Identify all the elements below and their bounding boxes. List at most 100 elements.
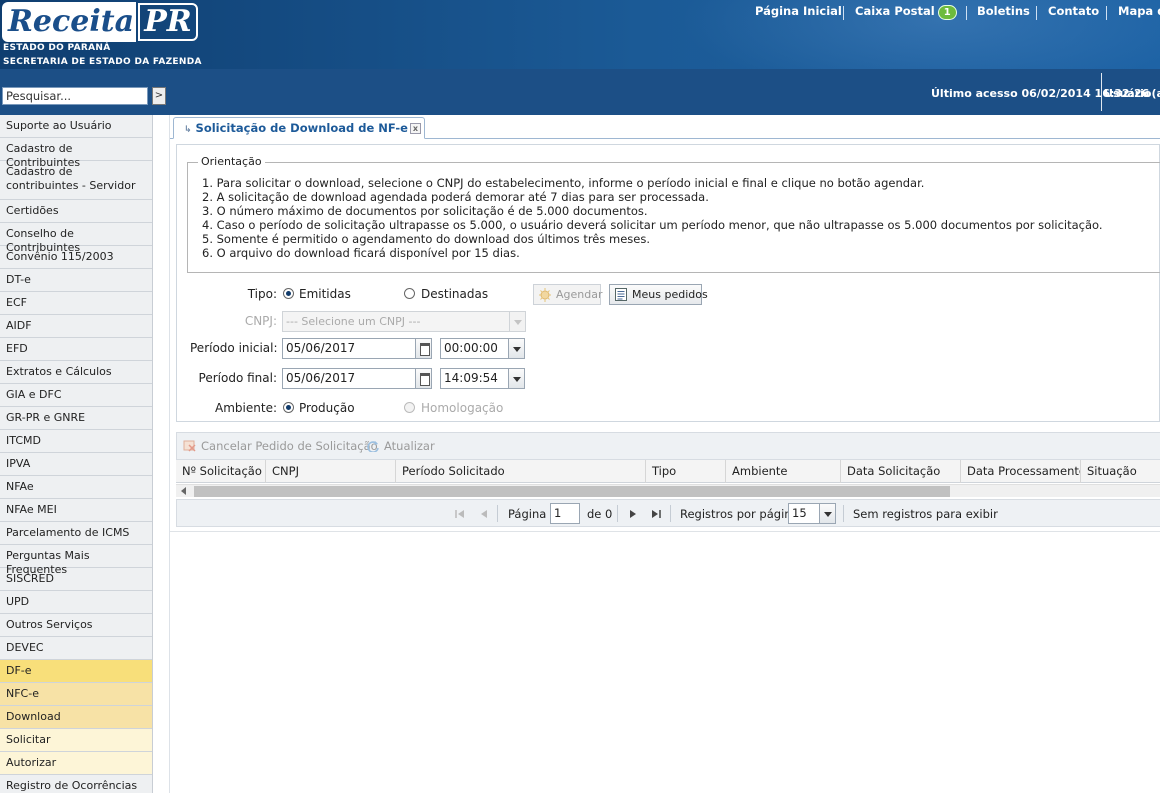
first-page-icon[interactable]	[455, 509, 465, 519]
sidebar-item-outros[interactable]: Outros Serviços	[0, 614, 152, 637]
tipo-destinadas-label: Destinadas	[421, 287, 489, 301]
per-page-label: Registros por página	[680, 507, 799, 521]
sidebar-item-autorizar[interactable]: Autorizar	[0, 752, 152, 775]
tipo-label: Tipo:	[247, 287, 277, 301]
sidebar-item-upd[interactable]: UPD	[0, 591, 152, 614]
chevron-down-icon[interactable]	[508, 368, 525, 389]
nav-home-link[interactable]: Página Inicial	[755, 4, 842, 18]
scrollbar-thumb[interactable]	[194, 486, 950, 497]
prev-page-icon[interactable]	[479, 509, 489, 519]
sidebar-item-dfe[interactable]: DF-e	[0, 660, 152, 683]
sidebar-item-cadastro-contribuintes[interactable]: Cadastro de Contribuintes	[0, 138, 152, 169]
calendar-icon[interactable]	[415, 338, 432, 359]
list-document-icon	[615, 288, 627, 301]
tipo-emitidas-radio[interactable]	[283, 288, 294, 299]
chevron-down-icon[interactable]	[819, 503, 836, 524]
column-header-data-processamento[interactable]: Data Processamento	[961, 460, 1081, 483]
tab-solicitacao-download[interactable]: ↳ Solicitação de Download de NF-e x	[173, 117, 425, 139]
sidebar-item-aidf[interactable]: AIDF	[0, 315, 152, 338]
tab-strip: ↳ Solicitação de Download de NF-e x	[170, 115, 1160, 139]
sidebar-item-certidoes[interactable]: Certidões	[0, 200, 152, 223]
next-page-icon[interactable]	[628, 509, 638, 519]
sidebar-item-efd[interactable]: EFD	[0, 338, 152, 361]
horizontal-scrollbar[interactable]	[176, 484, 1160, 497]
sidebar-item-ipva[interactable]: IPVA	[0, 453, 152, 476]
search-go-button[interactable]: >	[152, 87, 166, 105]
last-page-icon[interactable]	[651, 509, 661, 519]
tipo-destinadas-radio[interactable]	[404, 288, 415, 299]
column-header-tipo[interactable]: Tipo	[646, 460, 726, 483]
sidebar-item-extratos[interactable]: Extratos e Cálculos	[0, 361, 152, 384]
column-header-data-solicitacao[interactable]: Data Solicitação	[841, 460, 961, 483]
receita-pr-logo[interactable]: Receita PR	[2, 2, 198, 42]
cancelar-pedido-button[interactable]: Cancelar Pedido de Solicitação	[183, 439, 378, 453]
sidebar-item-parcelamento[interactable]: Parcelamento de ICMS	[0, 522, 152, 545]
search-input[interactable]: Pesquisar...	[2, 87, 148, 105]
nav-separator	[1106, 6, 1107, 20]
atualizar-button[interactable]: Atualizar	[366, 439, 435, 453]
column-header-situacao[interactable]: Situação	[1081, 460, 1160, 483]
close-icon[interactable]: x	[410, 123, 421, 134]
periodo-inicial-time-field[interactable]: 00:00:00	[440, 338, 525, 359]
nav-bulletins-link[interactable]: Boletins	[977, 4, 1030, 18]
nav-separator	[843, 6, 844, 20]
nav-sitemap-link[interactable]: Mapa do	[1118, 4, 1160, 18]
orientation-line: 5. Somente é permitido o agendamento do …	[202, 232, 651, 246]
page-number-value: 1	[554, 506, 562, 520]
orientation-line: 6. O arquivo do download ficará disponív…	[202, 246, 520, 260]
sidebar-item-devec[interactable]: DEVEC	[0, 637, 152, 660]
sidebar-item-nfce[interactable]: NFC-e	[0, 683, 152, 706]
column-header-ambiente[interactable]: Ambiente	[726, 460, 841, 483]
ambiente-producao-label: Produção	[299, 401, 355, 415]
column-header-numero[interactable]: Nº Solicitação	[176, 460, 266, 483]
ambiente-homologacao-radio[interactable]	[404, 402, 415, 413]
schedule-icon	[539, 288, 551, 302]
grid-pager: Página 1 de 0 Registros por página 15 Se…	[176, 499, 1160, 527]
column-header-cnpj[interactable]: CNPJ	[266, 460, 396, 483]
sidebar-item-itcmd[interactable]: ITCMD	[0, 430, 152, 453]
sidebar-item-nfae[interactable]: NFAe	[0, 476, 152, 499]
org-line-secretariat: SECRETARIA DE ESTADO DA FAZENDA	[3, 57, 202, 67]
page-number-input[interactable]: 1	[550, 503, 580, 524]
per-page-select[interactable]: 15	[788, 503, 836, 524]
periodo-inicial-label: Período inicial:	[190, 341, 278, 355]
sidebar-item-gr-pr[interactable]: GR-PR e GNRE	[0, 407, 152, 430]
ambiente-producao-radio[interactable]	[283, 402, 294, 413]
sidebar-item-dte[interactable]: DT-e	[0, 269, 152, 292]
periodo-inicial-date-field[interactable]: 05/06/2017	[282, 338, 432, 359]
periodo-final-date-field[interactable]: 05/06/2017	[282, 368, 432, 389]
sidebar-item-gia-dfc[interactable]: GIA e DFC	[0, 384, 152, 407]
sidebar-item-faq[interactable]: Perguntas Mais Frequentes	[0, 545, 152, 576]
sidebar-item-download[interactable]: Download	[0, 706, 152, 729]
nav-separator	[966, 6, 967, 20]
org-line-state: ESTADO DO PARANÁ	[3, 43, 111, 53]
meus-pedidos-button[interactable]: Meus pedidos	[609, 284, 708, 305]
sidebar-item-suporte[interactable]: Suporte ao Usuário	[0, 115, 152, 138]
cnpj-select[interactable]: --- Selecione um CNPJ ---	[282, 311, 526, 332]
sidebar-item-solicitar[interactable]: Solicitar	[0, 729, 152, 752]
nav-contact-link[interactable]: Contato	[1048, 4, 1099, 18]
divider	[1101, 73, 1102, 111]
nav-mailbox-label: Caixa Postal	[855, 4, 935, 18]
agendar-button[interactable]: Agendar	[533, 284, 603, 305]
periodo-final-time-field[interactable]: 14:09:54	[440, 368, 525, 389]
column-header-periodo[interactable]: Período Solicitado	[396, 460, 646, 483]
toolbar-bar: Pesquisar... > Último acesso 06/02/2014 …	[0, 69, 1160, 115]
scroll-left-icon[interactable]	[181, 487, 186, 495]
sidebar-item-conselho[interactable]: Conselho de Contribuintes	[0, 223, 152, 254]
sidebar-item-convenio[interactable]: Convênio 115/2003	[0, 246, 152, 269]
sidebar-item-ocorrencias[interactable]: Registro de Ocorrências	[0, 775, 152, 793]
sidebar-item-nfae-mei[interactable]: NFAe MEI	[0, 499, 152, 522]
logo-suffix: PR	[138, 3, 198, 41]
chevron-down-icon[interactable]	[508, 338, 525, 359]
sidebar-item-ecf[interactable]: ECF	[0, 292, 152, 315]
nav-mailbox-link[interactable]: Caixa Postal 1	[855, 4, 957, 20]
calendar-icon[interactable]	[415, 368, 432, 389]
nav-separator	[1036, 6, 1037, 20]
cancelar-pedido-label: Cancelar Pedido de Solicitação	[201, 439, 378, 453]
sidebar-splitter[interactable]	[154, 115, 170, 793]
sidebar-item-siscred[interactable]: SISCRED	[0, 568, 152, 591]
chevron-down-icon[interactable]	[509, 311, 526, 332]
page-total: de 0	[587, 507, 613, 521]
orientation-line: 3. O número máximo de documentos por sol…	[202, 204, 648, 218]
